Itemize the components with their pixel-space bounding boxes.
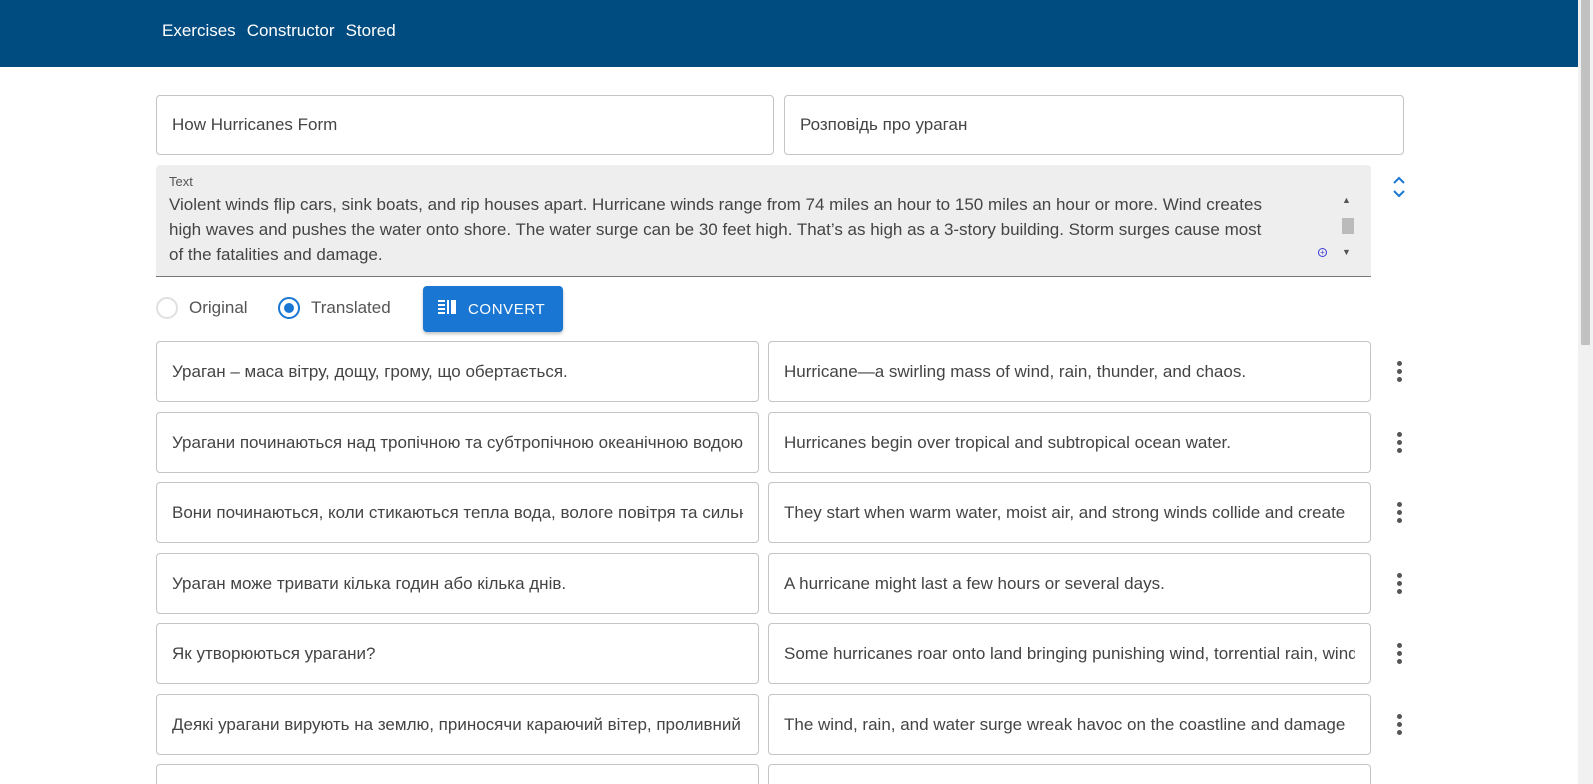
row-3-more-icon[interactable] bbox=[1396, 502, 1404, 524]
row-3-original-text: Вони починаються, коли стикаються тепла … bbox=[172, 502, 743, 522]
radio-translated[interactable]: Translated bbox=[278, 297, 391, 319]
row-1-translation[interactable]: Hurricane—a swirling mass of wind, rain,… bbox=[768, 341, 1371, 402]
row-1-more-icon[interactable] bbox=[1396, 361, 1404, 383]
resize-handle-icon[interactable]: + bbox=[1318, 248, 1327, 257]
row-6-translation-text: The wind, rain, and water surge wreak ha… bbox=[784, 714, 1346, 734]
row-5-original[interactable]: Як утворюються урагани? bbox=[156, 623, 759, 684]
row-1-original[interactable]: Ураган – маса вітру, дощу, грому, що обе… bbox=[156, 341, 759, 402]
radio-original-label: Original bbox=[189, 298, 248, 317]
row-5-translation-text: Some hurricanes roar onto land bringing … bbox=[784, 643, 1355, 663]
row-4-original[interactable]: Ураган може тривати кілька годин або кіл… bbox=[156, 553, 759, 614]
row-3-translation[interactable]: They start when warm water, moist air, a… bbox=[768, 482, 1371, 543]
title-translated-value: Розповідь про ураган bbox=[800, 115, 968, 134]
row-1-translation-text: Hurricane—a swirling mass of wind, rain,… bbox=[784, 361, 1247, 381]
radio-translated-circle[interactable] bbox=[278, 297, 300, 319]
row-2-original-text: Урагани починаються над тропічною та суб… bbox=[172, 432, 743, 452]
row-4-translation[interactable]: A hurricane might last a few hours or se… bbox=[768, 553, 1371, 614]
nav-stored[interactable]: Stored bbox=[346, 21, 396, 41]
row-2-translation-text: Hurricanes begin over tropical and subtr… bbox=[784, 432, 1231, 452]
row-5-translation[interactable]: Some hurricanes roar onto land bringing … bbox=[768, 623, 1371, 684]
text-line: high waves and pushes the water onto sho… bbox=[169, 220, 1262, 239]
row-7-original[interactable] bbox=[156, 764, 759, 784]
title-original-value: How Hurricanes Form bbox=[172, 115, 338, 134]
title-original-input[interactable]: How Hurricanes Form bbox=[156, 95, 774, 155]
row-6-more-icon[interactable] bbox=[1396, 714, 1404, 736]
app-bar: Exercises Constructor Stored bbox=[0, 0, 1578, 67]
page-scrollbar-thumb[interactable] bbox=[1581, 0, 1590, 345]
row-3-original[interactable]: Вони починаються, коли стикаються тепла … bbox=[156, 482, 759, 543]
scroll-down-icon[interactable]: ▼ bbox=[1342, 247, 1351, 257]
row-3-translation-text: They start when warm water, moist air, a… bbox=[784, 502, 1346, 522]
row-2-original[interactable]: Урагани починаються над тропічною та суб… bbox=[156, 412, 759, 473]
radio-translated-label: Translated bbox=[311, 298, 391, 317]
text-area-scrollbar[interactable]: ▲ ▼ bbox=[1340, 195, 1354, 263]
scroll-up-icon[interactable]: ▲ bbox=[1342, 195, 1351, 205]
convert-button[interactable]: CONVERT bbox=[423, 286, 563, 332]
nav-exercises[interactable]: Exercises bbox=[162, 21, 236, 41]
text-line: Violent winds flip cars, sink boats, and… bbox=[169, 195, 1262, 214]
text-area-content[interactable]: Violent winds flip cars, sink boats, and… bbox=[169, 192, 1309, 267]
row-5-more-icon[interactable] bbox=[1396, 643, 1404, 665]
nav-constructor[interactable]: Constructor bbox=[247, 21, 335, 41]
radio-original-circle[interactable] bbox=[156, 297, 178, 319]
row-5-original-text: Як утворюються урагани? bbox=[172, 643, 376, 663]
row-4-more-icon[interactable] bbox=[1396, 573, 1404, 595]
list-convert-icon bbox=[438, 299, 456, 319]
row-2-translation[interactable]: Hurricanes begin over tropical and subtr… bbox=[768, 412, 1371, 473]
row-6-original[interactable]: Деякі урагани вирують на землю, приносяч… bbox=[156, 694, 759, 755]
row-1-original-text: Ураган – маса вітру, дощу, грому, що обе… bbox=[172, 361, 568, 381]
text-line: of the fatalities and damage. bbox=[169, 245, 383, 264]
text-area-scrollbar-thumb[interactable] bbox=[1342, 218, 1354, 234]
page-scrollbar[interactable] bbox=[1578, 0, 1593, 784]
row-2-more-icon[interactable] bbox=[1396, 432, 1404, 454]
text-area-label: Text bbox=[169, 174, 193, 189]
title-translated-input[interactable]: Розповідь про ураган bbox=[784, 95, 1404, 155]
radio-original[interactable]: Original bbox=[156, 297, 248, 319]
convert-button-label: CONVERT bbox=[468, 300, 546, 318]
row-4-translation-text: A hurricane might last a few hours or se… bbox=[784, 573, 1165, 593]
top-nav: Exercises Constructor Stored bbox=[162, 21, 396, 41]
row-4-original-text: Ураган може тривати кілька годин або кіл… bbox=[172, 573, 567, 593]
text-area-field[interactable]: Text Violent winds flip cars, sink boats… bbox=[156, 165, 1371, 277]
row-7-translation[interactable] bbox=[768, 764, 1371, 784]
row-6-translation[interactable]: The wind, rain, and water surge wreak ha… bbox=[768, 694, 1371, 755]
row-6-original-text: Деякі урагани вирують на землю, приносяч… bbox=[172, 714, 743, 734]
expand-collapse-icon[interactable] bbox=[1392, 175, 1406, 199]
